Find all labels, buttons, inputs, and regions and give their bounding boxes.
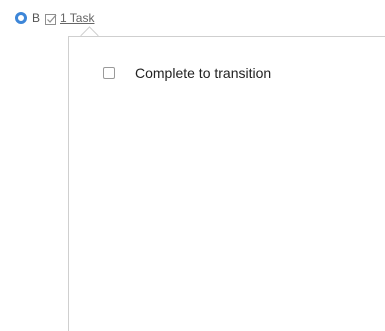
task-label: Complete to transition <box>135 65 272 81</box>
circle-status-icon <box>15 12 27 24</box>
task-checkbox[interactable] <box>103 67 115 79</box>
top-bar: B 1 Task <box>15 10 94 26</box>
tasks-link[interactable]: 1 Task <box>60 11 94 25</box>
stage-label: B <box>32 11 41 25</box>
task-item[interactable]: Complete to transition <box>103 65 271 81</box>
tasks-popover: Complete to transition <box>68 36 385 331</box>
page-root: B 1 Task Complete to transition <box>0 0 385 331</box>
checkbox-icon <box>45 12 57 25</box>
